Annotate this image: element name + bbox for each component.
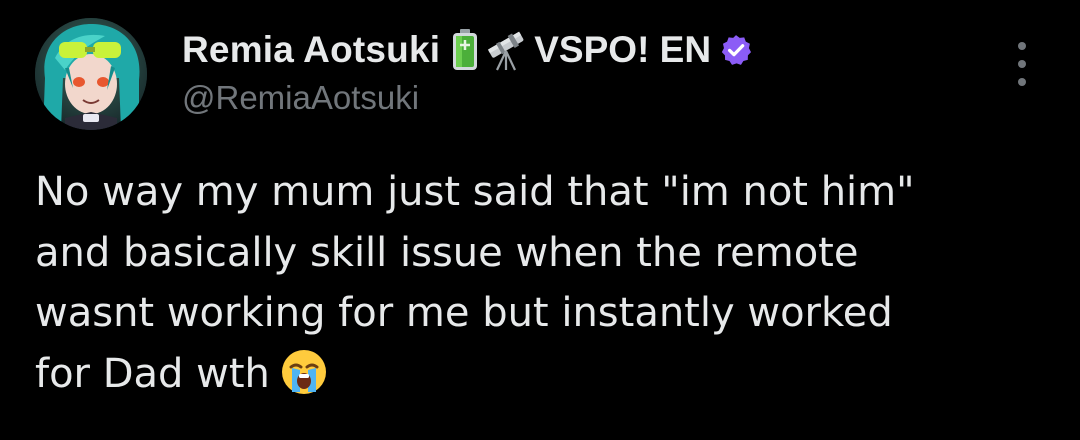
verified-badge-icon[interactable] bbox=[719, 33, 753, 67]
status-emojis bbox=[450, 29, 528, 71]
user-handle[interactable]: @RemiaAotsuki bbox=[182, 78, 1000, 118]
tweet: Remia Aotsuki VSPO! EN @RemiaAotsuki No … bbox=[0, 0, 1080, 440]
org-name: VSPO! EN bbox=[534, 29, 712, 70]
battery-icon bbox=[450, 29, 480, 71]
tweet-text-line: wasnt working for me but instantly worke… bbox=[35, 290, 893, 336]
avatar[interactable] bbox=[35, 18, 147, 130]
tweet-text-line-last: for Dad wth bbox=[35, 344, 1045, 414]
tweet-text: No way my mum just said that "im not him… bbox=[35, 162, 1045, 413]
loudly-crying-face-icon bbox=[280, 348, 328, 414]
dot bbox=[1018, 60, 1026, 68]
dot bbox=[1018, 42, 1026, 50]
more-options-icon[interactable] bbox=[1012, 42, 1032, 86]
tweet-header: Remia Aotsuki VSPO! EN @RemiaAotsuki bbox=[182, 28, 1000, 118]
name-row: Remia Aotsuki VSPO! EN bbox=[182, 28, 1000, 72]
tweet-text-line: No way my mum just said that "im not him… bbox=[35, 169, 915, 215]
dot bbox=[1018, 78, 1026, 86]
telescope-icon bbox=[484, 29, 528, 71]
tweet-text-line: and basically skill issue when the remot… bbox=[35, 229, 859, 276]
display-name[interactable]: Remia Aotsuki bbox=[182, 29, 440, 71]
tweet-text-line: for Dad wth bbox=[35, 350, 270, 397]
avatar-image bbox=[35, 18, 147, 130]
